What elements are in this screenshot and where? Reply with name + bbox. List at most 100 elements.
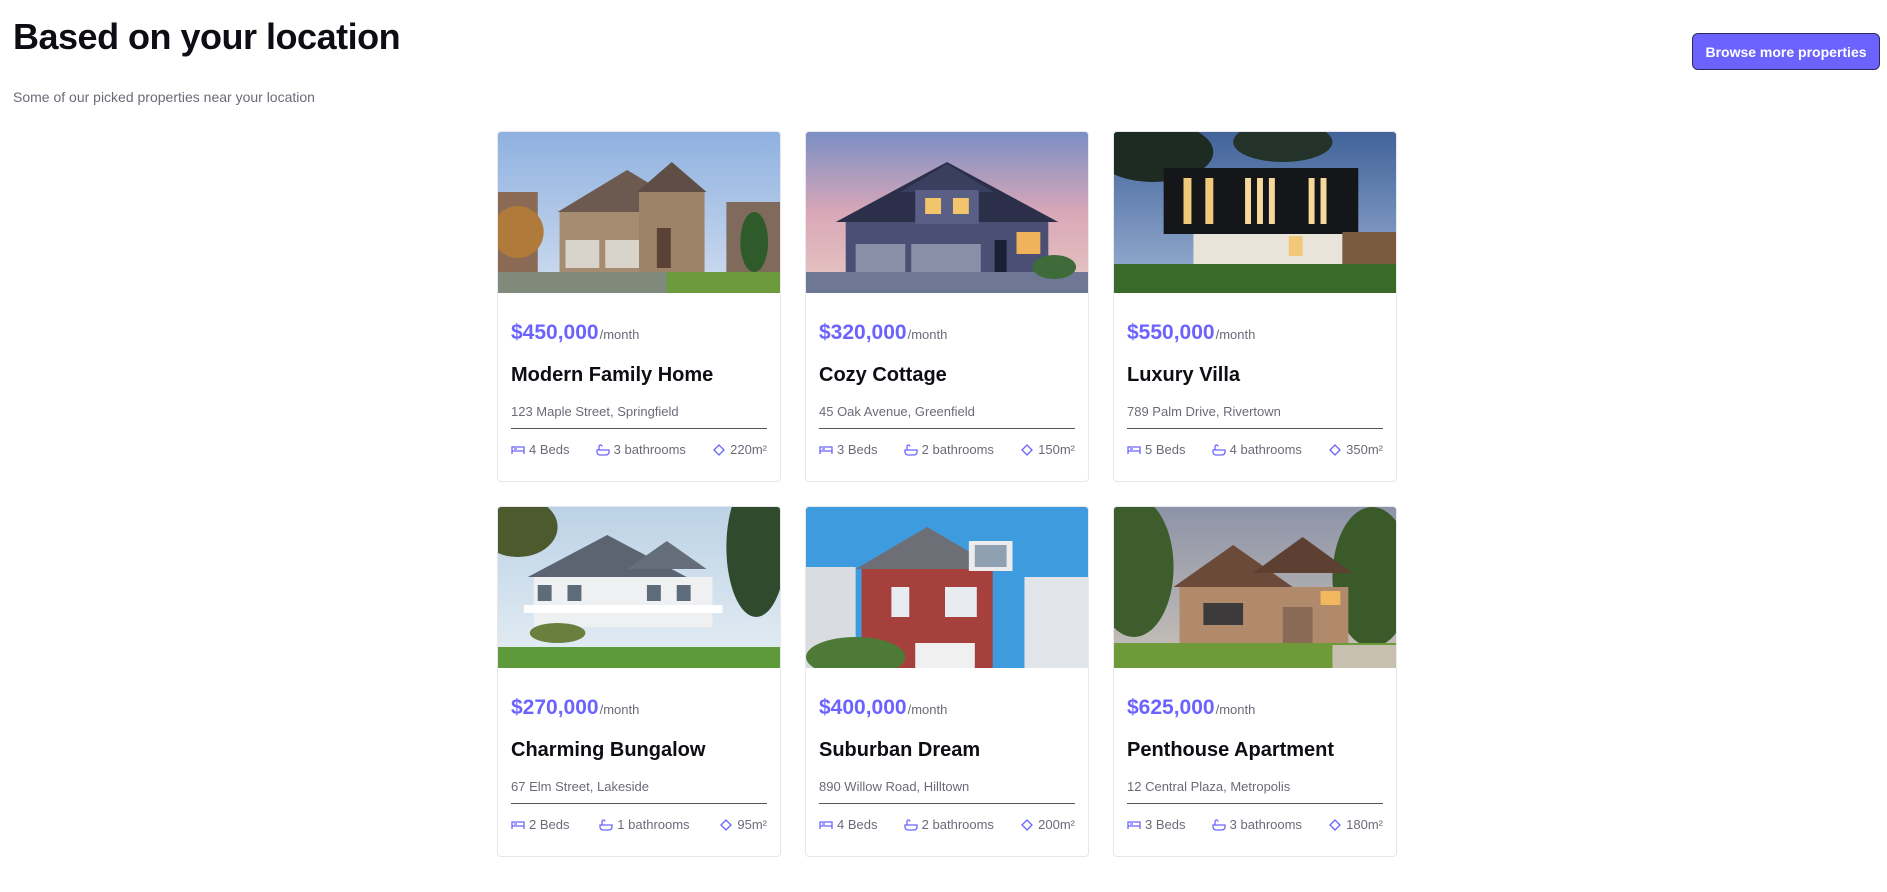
property-address: 890 Willow Road, Hilltown	[819, 779, 1075, 804]
bed-icon	[511, 820, 525, 829]
property-features: 3 Beds 3 bathrooms 180m²	[1127, 817, 1383, 832]
property-card[interactable]: $270,000 /month Charming Bungalow 67 Elm…	[497, 506, 781, 857]
beds-feature: 4 Beds	[511, 442, 569, 457]
property-features: 5 Beds 4 bathrooms 350m²	[1127, 442, 1383, 457]
bathtub-icon	[904, 818, 918, 831]
bed-icon	[819, 445, 833, 454]
baths-feature: 2 bathrooms	[904, 442, 994, 457]
property-address: 45 Oak Avenue, Greenfield	[819, 404, 1075, 429]
property-features: 4 Beds 2 bathrooms 200m²	[819, 817, 1075, 832]
beds-count: 4 Beds	[529, 442, 570, 457]
baths-count: 2 bathrooms	[921, 442, 994, 457]
property-name[interactable]: Penthouse Apartment	[1127, 739, 1383, 762]
property-features: 4 Beds 3 bathrooms 220m²	[511, 442, 767, 457]
bathtub-icon	[596, 443, 610, 456]
property-grid: $450,000 /month Modern Family Home 123 M…	[497, 131, 1397, 857]
area-value: 350m²	[1346, 442, 1383, 457]
beds-feature: 4 Beds	[819, 817, 877, 832]
property-price: $400,000	[819, 696, 907, 719]
property-image[interactable]	[1114, 507, 1396, 668]
property-image[interactable]	[498, 507, 780, 668]
area-feature: 95m²	[719, 817, 767, 832]
baths-count: 3 bathrooms	[613, 442, 686, 457]
baths-feature: 1 bathrooms	[599, 817, 690, 832]
property-name[interactable]: Suburban Dream	[819, 739, 1075, 762]
area-icon	[1329, 443, 1342, 456]
baths-feature: 4 bathrooms	[1212, 442, 1302, 457]
property-price: $270,000	[511, 696, 599, 719]
baths-count: 4 bathrooms	[1229, 442, 1302, 457]
bed-icon	[511, 445, 525, 454]
property-address: 789 Palm Drive, Rivertown	[1127, 404, 1383, 429]
beds-count: 2 Beds	[529, 817, 570, 832]
bathtub-icon	[599, 818, 613, 831]
beds-count: 4 Beds	[837, 817, 878, 832]
area-feature: 220m²	[712, 442, 767, 457]
area-value: 220m²	[730, 442, 767, 457]
price-period: /month	[599, 327, 640, 342]
baths-feature: 3 bathrooms	[596, 442, 686, 457]
property-features: 3 Beds 2 bathrooms 150m²	[819, 442, 1075, 457]
area-feature: 350m²	[1328, 442, 1383, 457]
property-image[interactable]	[1114, 132, 1396, 293]
property-name[interactable]: Cozy Cottage	[819, 364, 1075, 387]
beds-count: 3 Beds	[837, 442, 878, 457]
beds-count: 5 Beds	[1145, 442, 1186, 457]
property-name[interactable]: Luxury Villa	[1127, 364, 1383, 387]
area-icon	[1021, 443, 1034, 456]
property-name[interactable]: Modern Family Home	[511, 364, 767, 387]
area-icon	[713, 443, 726, 456]
area-value: 200m²	[1038, 817, 1075, 832]
property-price: $625,000	[1127, 696, 1215, 719]
price-period: /month	[1215, 702, 1256, 717]
area-icon	[1021, 818, 1034, 831]
bed-icon	[819, 820, 833, 829]
property-address: 123 Maple Street, Springfield	[511, 404, 767, 429]
property-card[interactable]: $400,000 /month Suburban Dream 890 Willo…	[805, 506, 1089, 857]
property-address: 67 Elm Street, Lakeside	[511, 779, 767, 804]
property-address: 12 Central Plaza, Metropolis	[1127, 779, 1383, 804]
bed-icon	[1127, 445, 1141, 454]
area-feature: 180m²	[1328, 817, 1383, 832]
beds-count: 3 Beds	[1145, 817, 1186, 832]
area-feature: 150m²	[1020, 442, 1075, 457]
property-card[interactable]: $450,000 /month Modern Family Home 123 M…	[497, 131, 781, 482]
bathtub-icon	[1212, 818, 1226, 831]
beds-feature: 2 Beds	[511, 817, 569, 832]
area-icon	[720, 818, 733, 831]
page-subtitle: Some of our picked properties near your …	[13, 89, 315, 105]
bathtub-icon	[1212, 443, 1226, 456]
property-price: $320,000	[819, 321, 907, 344]
property-image[interactable]	[498, 132, 780, 293]
browse-more-properties-button[interactable]: Browse more properties	[1692, 33, 1880, 70]
baths-feature: 2 bathrooms	[904, 817, 994, 832]
beds-feature: 5 Beds	[1127, 442, 1185, 457]
price-period: /month	[907, 702, 948, 717]
area-icon	[1329, 818, 1342, 831]
property-image[interactable]	[806, 132, 1088, 293]
baths-count: 3 bathrooms	[1229, 817, 1302, 832]
price-period: /month	[1215, 327, 1256, 342]
property-card[interactable]: $625,000 /month Penthouse Apartment 12 C…	[1113, 506, 1397, 857]
property-features: 2 Beds 1 bathrooms 95m²	[511, 817, 767, 832]
area-feature: 200m²	[1020, 817, 1075, 832]
area-value: 150m²	[1038, 442, 1075, 457]
price-period: /month	[907, 327, 948, 342]
area-value: 180m²	[1346, 817, 1383, 832]
beds-feature: 3 Beds	[1127, 817, 1185, 832]
bathtub-icon	[904, 443, 918, 456]
page-title: Based on your location	[13, 16, 401, 57]
baths-count: 1 bathrooms	[617, 817, 690, 832]
price-period: /month	[599, 702, 640, 717]
property-card[interactable]: $550,000 /month Luxury Villa 789 Palm Dr…	[1113, 131, 1397, 482]
baths-count: 2 bathrooms	[921, 817, 994, 832]
property-card[interactable]: $320,000 /month Cozy Cottage 45 Oak Aven…	[805, 131, 1089, 482]
property-name[interactable]: Charming Bungalow	[511, 739, 767, 762]
bed-icon	[1127, 820, 1141, 829]
property-price: $450,000	[511, 321, 599, 344]
area-value: 95m²	[737, 817, 767, 832]
property-price: $550,000	[1127, 321, 1215, 344]
baths-feature: 3 bathrooms	[1212, 817, 1302, 832]
property-image[interactable]	[806, 507, 1088, 668]
beds-feature: 3 Beds	[819, 442, 877, 457]
